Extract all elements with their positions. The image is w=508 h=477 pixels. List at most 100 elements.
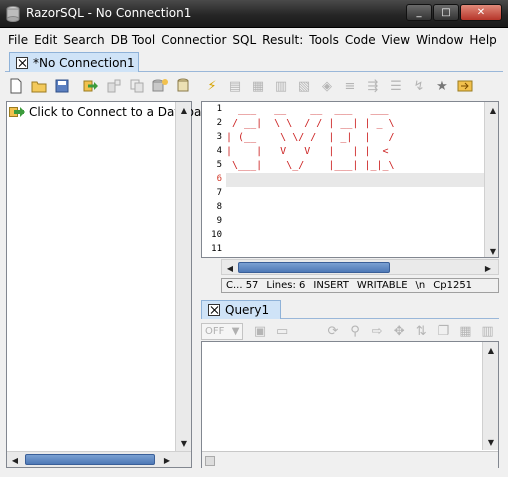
close-button[interactable]: ✕: [460, 4, 502, 21]
scroll-up-icon[interactable]: ▲: [485, 102, 498, 118]
query-tab[interactable]: Query1: [201, 300, 281, 319]
line-number: 8: [216, 202, 222, 212]
window-title: RazorSQL - No Connection1: [26, 6, 192, 20]
limit-select[interactable]: OFF ▼: [201, 322, 244, 340]
copy-result-icon[interactable]: ❐: [433, 321, 454, 341]
scroll-up-icon[interactable]: ▲: [483, 342, 499, 358]
menu-view[interactable]: View: [379, 33, 413, 47]
menu-sql[interactable]: SQL: [229, 33, 259, 47]
menu-bar: File Edit Search DB Tool Connectior SQL …: [5, 30, 503, 50]
cylinder-icon[interactable]: [172, 76, 194, 96]
navigator-vertical-scrollbar[interactable]: ▲ ▼: [175, 102, 191, 451]
query-tab-label: Query1: [225, 303, 270, 317]
results-vertical-scrollbar[interactable]: ▲ ▼: [482, 342, 498, 450]
line-number: 9: [216, 216, 222, 226]
navigator-horizontal-scrollbar[interactable]: ◀ ▶: [7, 451, 191, 467]
stack-icon[interactable]: ≡: [339, 76, 361, 96]
line-number: 2: [216, 118, 222, 128]
menu-db-tool[interactable]: DB Tool: [108, 33, 159, 47]
grid-view-icon[interactable]: ▦: [455, 321, 476, 341]
scroll-left-icon[interactable]: ◀: [7, 452, 23, 468]
table-icon[interactable]: ▦: [247, 76, 269, 96]
connect-icon[interactable]: [80, 76, 102, 96]
line-count: Lines: 6: [266, 280, 306, 291]
query-tab-bar: Query1: [201, 300, 499, 319]
disconnect-icon[interactable]: [103, 76, 125, 96]
results-status-icon: [205, 456, 215, 466]
grid-icon[interactable]: ▤: [224, 76, 246, 96]
open-folder-icon[interactable]: [28, 76, 50, 96]
line-number: 5: [216, 160, 222, 170]
tag-icon[interactable]: ◈: [316, 76, 338, 96]
insert-mode: INSERT: [313, 280, 349, 291]
connection-tab-bar: *No Connection1: [5, 52, 503, 72]
menu-window[interactable]: Window: [413, 33, 466, 47]
menu-help[interactable]: Help: [466, 33, 499, 47]
panel-icon[interactable]: ▥: [477, 321, 498, 341]
menu-tools[interactable]: Tools: [306, 33, 342, 47]
scroll-down-icon[interactable]: ▼: [483, 434, 499, 450]
sort-icon[interactable]: ⇅: [411, 321, 432, 341]
connect-plug-icon: [9, 105, 25, 119]
menu-connections[interactable]: Connectior: [158, 33, 229, 47]
scroll-up-icon[interactable]: ▲: [176, 102, 192, 118]
editor-status-bar: C... 57 Lines: 6 INSERT WRITABLE \n Cp12…: [221, 278, 499, 293]
menu-results[interactable]: Result:: [259, 33, 306, 47]
line-number: 7: [216, 188, 222, 198]
editor-vertical-scrollbar[interactable]: ▲ ▼: [484, 102, 498, 257]
filter-icon[interactable]: ⇨: [367, 321, 388, 341]
copy-icon[interactable]: [126, 76, 148, 96]
horizontal-scroll-thumb[interactable]: [238, 262, 390, 273]
new-file-icon[interactable]: [5, 76, 27, 96]
scroll-down-icon[interactable]: ▼: [485, 243, 498, 257]
expand-icon[interactable]: ✥: [389, 321, 410, 341]
export-icon[interactable]: [454, 76, 476, 96]
editor-horizontal-scrollbar[interactable]: ◀ ▶: [221, 259, 499, 275]
chevron-down-icon: ▼: [231, 325, 240, 337]
minimize-button[interactable]: _: [406, 4, 432, 21]
menu-search[interactable]: Search: [60, 33, 107, 47]
clear-icon[interactable]: ▭: [272, 321, 293, 341]
code-line: ___ __ __ ___ ___: [226, 104, 389, 115]
line-number: 10: [211, 230, 222, 240]
line-number: 4: [216, 146, 222, 156]
maximize-button[interactable]: □: [433, 4, 459, 21]
code-area[interactable]: ___ __ __ ___ ___ / __| \ \ / / | __| | …: [226, 102, 484, 257]
scroll-left-icon[interactable]: ◀: [222, 260, 238, 276]
table-edit-icon[interactable]: ▧: [293, 76, 315, 96]
save-result-icon[interactable]: ▣: [249, 321, 270, 341]
results-status-strip: [202, 451, 498, 469]
query-results-area[interactable]: ▲ ▼: [201, 341, 499, 469]
menu-file[interactable]: File: [5, 33, 31, 47]
menu-edit[interactable]: Edit: [31, 33, 60, 47]
encoding: Cp1251: [433, 280, 473, 291]
save-icon[interactable]: [51, 76, 73, 96]
wrap-icon[interactable]: ↯: [408, 76, 430, 96]
current-line-highlight: [226, 173, 484, 187]
scroll-down-icon[interactable]: ▼: [176, 435, 192, 451]
scroll-right-icon[interactable]: ▶: [480, 260, 496, 276]
list-icon[interactable]: ☰: [385, 76, 407, 96]
close-tab-icon[interactable]: [16, 56, 28, 69]
writable-status: WRITABLE: [356, 280, 408, 291]
line-number-gutter: 1 2 3 4 5 6 7 8 9 10 11: [202, 102, 224, 257]
lightning-icon[interactable]: ⚡: [201, 76, 223, 96]
database-navigator: Click to Connect to a Database ▲ ▼ ◀ ▶: [6, 101, 215, 468]
main-toolbar: ⚡ ▤ ▦ ▥ ▧ ◈ ≡ ⇶ ☰ ↯ ★: [5, 74, 503, 98]
star-icon[interactable]: ★: [431, 76, 453, 96]
find-icon[interactable]: ⚲: [344, 321, 365, 341]
connection-tab-label: *No Connection1: [33, 55, 135, 70]
sql-editor[interactable]: 1 2 3 4 5 6 7 8 9 10 11 ___ __ __ ___ __…: [201, 101, 499, 258]
line-number: 11: [211, 244, 222, 254]
line-number: 1: [216, 104, 222, 114]
scroll-right-icon[interactable]: ▶: [159, 452, 175, 468]
close-query-tab-icon[interactable]: [208, 304, 220, 316]
menu-code[interactable]: Code: [342, 33, 379, 47]
refresh-icon[interactable]: ⟳: [322, 321, 343, 341]
caret-position: C... 57: [226, 280, 259, 291]
grid-edit-icon[interactable]: ▥: [270, 76, 292, 96]
format-icon[interactable]: ⇶: [362, 76, 384, 96]
horizontal-scroll-thumb[interactable]: [25, 454, 155, 465]
connection-tab[interactable]: *No Connection1: [9, 52, 139, 72]
add-database-icon[interactable]: [149, 76, 171, 96]
